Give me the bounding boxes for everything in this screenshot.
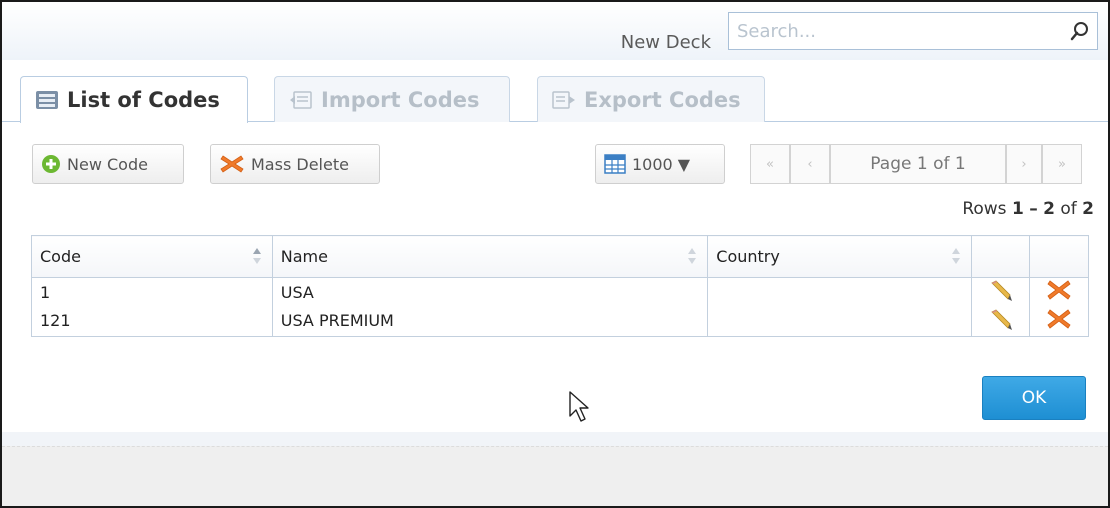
column-header-code[interactable]: Code [31,235,273,278]
list-icon [36,91,58,109]
cell-name: USA PREMIUM [271,306,709,337]
rows-info: Rows 1 – 2 of 2 [962,199,1094,219]
add-icon [42,155,60,173]
column-header-country[interactable]: Country [707,235,973,278]
cell-country [707,277,973,306]
dialog-footer-band [2,432,1108,446]
mouse-cursor-icon [569,391,589,422]
delete-cell [1029,306,1089,337]
export-icon [552,90,575,109]
delete-icon [220,155,244,173]
tab-bar: List of Codes Import Codes Export Codes [2,74,1108,123]
last-page-icon: » [1058,156,1066,172]
sort-icon[interactable] [252,247,262,265]
tab-list-of-codes[interactable]: List of Codes [20,76,248,123]
deck-label: New Deck [620,32,711,53]
column-header-name[interactable]: Name [271,235,709,278]
tab-import-codes[interactable]: Import Codes [274,76,510,122]
edit-cell [971,306,1030,337]
edit-icon[interactable] [989,278,1013,302]
last-page-button[interactable]: » [1042,144,1082,184]
search-box[interactable] [728,12,1098,50]
first-page-icon: « [766,156,774,172]
new-code-button[interactable]: New Code [32,144,184,184]
tab-export-codes[interactable]: Export Codes [537,76,765,122]
tab-label: List of Codes [67,88,220,112]
header-bar: New Deck [2,2,1108,60]
cell-code: 1 [31,277,273,306]
ok-button[interactable]: OK [982,376,1086,420]
cell-country [707,306,973,337]
page-size-value: 1000 ▼ [632,154,691,174]
prev-page-icon: ‹ [807,156,813,172]
dialog-window: New Deck List of Codes [0,0,1110,508]
grid-icon [604,154,626,174]
import-icon [290,90,312,109]
first-page-button[interactable]: « [750,144,790,184]
column-header-edit [971,235,1030,278]
prev-page-button[interactable]: ‹ [790,144,830,184]
cell-code: 121 [31,306,273,337]
table-row: 121 USA PREMIUM [31,306,1089,337]
search-input[interactable] [735,18,1055,44]
next-page-button[interactable]: › [1006,144,1042,184]
page-info: Page 1 of 1 [830,144,1006,184]
mass-delete-label: Mass Delete [251,154,349,174]
sort-icon[interactable] [687,247,697,265]
dialog-bottom-area [2,446,1108,506]
sort-icon[interactable] [951,247,961,265]
table-row: 1 USA [31,277,1089,306]
cell-name: USA [271,277,709,306]
mass-delete-button[interactable]: Mass Delete [210,144,380,184]
delete-cell [1029,277,1089,306]
edit-icon[interactable] [989,307,1013,331]
delete-icon[interactable] [1046,307,1072,331]
column-header-delete [1029,235,1089,278]
edit-cell [971,277,1030,306]
codes-table: Code Name Country 1 USA 121 USA PREMIUM [31,235,1089,337]
new-code-label: New Code [67,154,148,174]
page-size-select[interactable]: 1000 ▼ [595,144,725,184]
delete-icon[interactable] [1046,278,1072,302]
tab-label: Export Codes [584,87,741,112]
next-page-icon: › [1021,156,1027,172]
tab-label: Import Codes [321,87,480,112]
search-icon[interactable] [1069,20,1091,42]
